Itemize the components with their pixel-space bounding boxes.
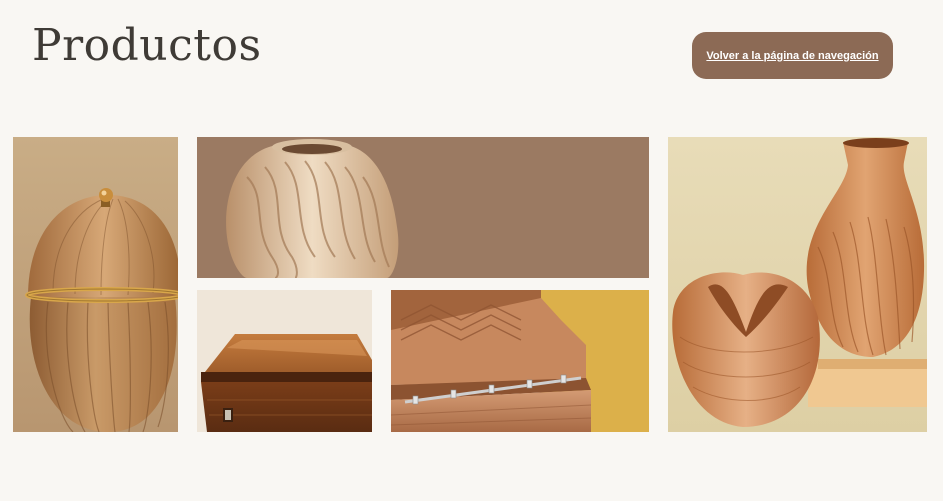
carved-casket-illustration xyxy=(391,290,649,432)
carved-vase-illustration xyxy=(197,137,649,278)
carved-vase-image[interactable] xyxy=(197,137,649,278)
back-to-navigation-button[interactable]: Volver a la página de navegación xyxy=(692,32,893,79)
page-title: Productos xyxy=(32,20,262,71)
wooden-coffin-image[interactable] xyxy=(197,290,372,432)
sculpted-vases-illustration xyxy=(668,137,927,432)
wooden-coffin-illustration xyxy=(197,290,372,432)
sculpted-vases-image[interactable] xyxy=(668,137,927,432)
page: Productos Volver a la página de navegaci… xyxy=(0,0,943,501)
carved-casket-image[interactable] xyxy=(391,290,649,432)
wooden-urn-image[interactable] xyxy=(13,137,178,432)
wooden-urn-illustration xyxy=(13,137,178,432)
